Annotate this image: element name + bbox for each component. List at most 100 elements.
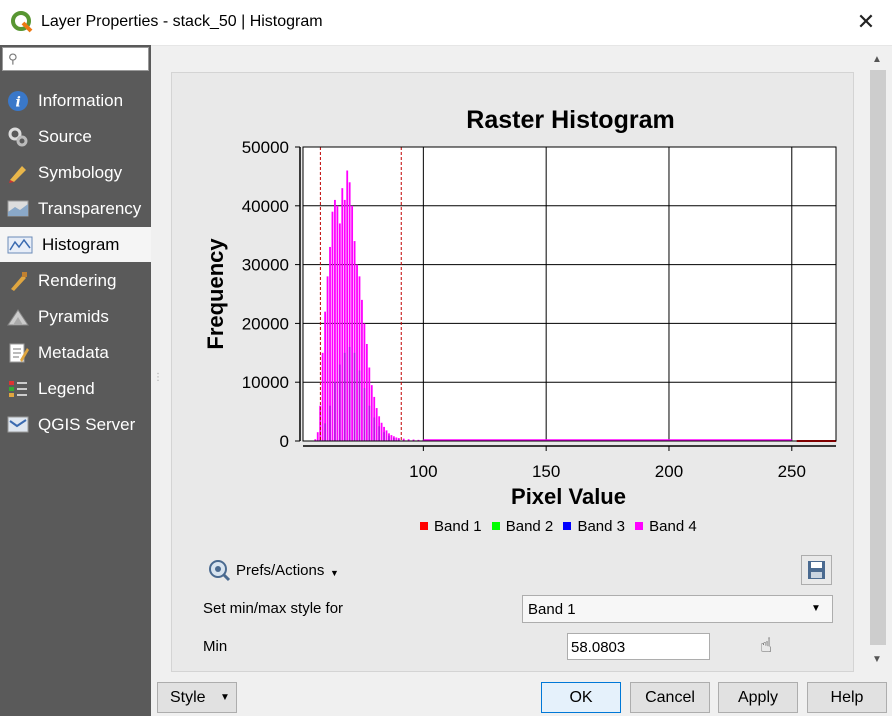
minmax-band-select[interactable]: Band 1 ▼: [522, 595, 833, 623]
histogram-bar-band-3: [373, 417, 376, 441]
window-title: Layer Properties - stack_50 | Histogram: [41, 13, 323, 30]
x-tick-label: 150: [532, 462, 560, 481]
legend-swatch: [635, 522, 644, 530]
save-icon: [808, 561, 825, 579]
sidebar-item-information[interactable]: i Information: [0, 83, 151, 118]
sidebar-item-label: Symbology: [38, 163, 123, 182]
chevron-down-icon: ▼: [811, 603, 821, 614]
legend-item-band-1: Band 1: [420, 518, 482, 535]
pyramids-icon: [7, 309, 29, 326]
chart-legend: Band 1 Band 2 Band 3 Band 4: [420, 518, 703, 535]
legend-swatch: [563, 522, 572, 530]
histogram-bar-band-4: [321, 352, 324, 441]
sidebar-item-label: Rendering: [38, 271, 117, 290]
sidebar-item-transparency[interactable]: Transparency: [0, 191, 151, 226]
server-icon: [7, 416, 29, 433]
plot-area: [303, 147, 836, 441]
legend-item-band-3: Band 3: [563, 518, 625, 535]
histogram-bar-band-3: [338, 364, 341, 441]
min-value: 58.0803: [571, 639, 626, 656]
sidebar-item-metadata[interactable]: Metadata: [0, 335, 151, 370]
prefs-gear-icon: [209, 560, 231, 582]
minmax-style-label: Set min/max style for: [203, 600, 344, 617]
histogram-bar-band-3: [329, 405, 331, 441]
histogram-bar-band-4: [331, 211, 334, 441]
title-bar: Layer Properties - stack_50 | Histogram …: [0, 0, 892, 46]
y-axis-label: Frequency: [203, 238, 228, 350]
sidebar-item-label: Source: [38, 127, 92, 146]
histogram-bar-band-3: [363, 388, 366, 441]
histogram-bar-band-3: [388, 435, 390, 441]
legend-swatch: [420, 522, 428, 530]
histogram-bar-band-3: [383, 432, 385, 441]
histogram-bar-band-4: [385, 430, 388, 441]
histogram-bar-band-4: [380, 422, 383, 441]
sidebar-item-label: Legend: [38, 379, 95, 398]
histogram-bar-band-3: [343, 352, 346, 441]
apply-button[interactable]: Apply: [718, 682, 798, 713]
sidebar-item-legend[interactable]: Legend: [0, 371, 151, 406]
sidebar-item-rendering[interactable]: Rendering: [0, 263, 151, 298]
histogram-bar-band-4: [361, 299, 363, 441]
x-tick-label: 100: [409, 462, 437, 481]
histogram-bar-band-4: [370, 385, 373, 441]
histogram-bar-band-4: [336, 205, 339, 441]
sidebar-item-source[interactable]: Source: [0, 119, 151, 154]
sidebar-item-label: Transparency: [38, 199, 142, 218]
y-tick-label: 20000: [242, 314, 289, 333]
scrollbar-thumb[interactable]: [870, 70, 886, 645]
close-icon[interactable]: ✕: [852, 8, 880, 36]
qgis-logo-icon: [11, 11, 33, 33]
rendering-icon: [11, 272, 27, 291]
sidebar-item-label: Pyramids: [38, 307, 109, 326]
histogram-bar-band-4: [326, 276, 329, 441]
splitter-handle[interactable]: ⋮: [153, 372, 163, 383]
scroll-down-icon[interactable]: ▼: [872, 654, 882, 665]
sidebar-item-label: Information: [38, 91, 124, 110]
cancel-button[interactable]: Cancel: [630, 682, 710, 713]
source-icon: [8, 127, 28, 147]
help-button[interactable]: Help: [807, 682, 887, 713]
metadata-icon: [9, 343, 29, 363]
min-label: Min: [203, 638, 228, 655]
histogram-bar-band-3: [353, 352, 356, 441]
histogram-bar-band-4: [356, 264, 358, 441]
histogram-bar-band-4: [316, 432, 319, 441]
style-button-label: Style: [170, 689, 206, 706]
sidebar-item-histogram[interactable]: Histogram: [0, 227, 151, 262]
info-icon: i: [8, 91, 28, 111]
chevron-down-icon: ▼: [220, 692, 230, 703]
search-input[interactable]: ⚲: [2, 47, 149, 71]
legend-label: Band 2: [505, 518, 554, 535]
min-value-field[interactable]: 58.0803: [567, 633, 710, 660]
sidebar: ⚲ i Information Source Symbology Transpa…: [0, 45, 151, 716]
sidebar-item-qgis-server[interactable]: QGIS Server: [0, 407, 151, 442]
histogram-bar-band-3: [358, 370, 361, 441]
x-tick-label: 250: [778, 462, 806, 481]
histogram-bar-band-4: [351, 205, 354, 441]
histogram-bar-band-3: [324, 423, 327, 441]
sidebar-item-pyramids[interactable]: Pyramids: [0, 299, 151, 334]
chart-title: Raster Histogram: [466, 106, 674, 134]
sidebar-item-symbology[interactable]: Symbology: [0, 155, 151, 190]
histogram-bar-band-4: [346, 170, 349, 441]
histogram-bar-band-3: [378, 426, 381, 441]
style-button[interactable]: Style ▼: [157, 682, 237, 713]
prefs-actions-label: Prefs/Actions: [236, 562, 325, 579]
raster-histogram-chart: 0 10000 20000 30000 40000 50000 100 150 200 250 Ra…: [203, 106, 837, 509]
y-tick-label: 50000: [242, 138, 289, 157]
ok-button[interactable]: OK: [541, 682, 621, 713]
histogram-bar-band-4: [324, 311, 327, 441]
x-tick-label: 200: [655, 462, 683, 481]
histogram-bar-band-4: [390, 435, 393, 441]
save-histogram-button[interactable]: [801, 555, 832, 585]
vertical-scrollbar[interactable]: ▲ ▼: [868, 48, 888, 672]
legend-swatch: [491, 522, 500, 530]
histogram-bar-band-4: [341, 188, 344, 441]
legend-icon: [9, 381, 27, 397]
select-value: Band 1: [528, 601, 576, 618]
y-tick-label: 0: [280, 432, 289, 451]
symbology-icon: [9, 166, 26, 183]
histogram-icon: [7, 236, 33, 254]
scroll-up-icon[interactable]: ▲: [872, 54, 882, 65]
